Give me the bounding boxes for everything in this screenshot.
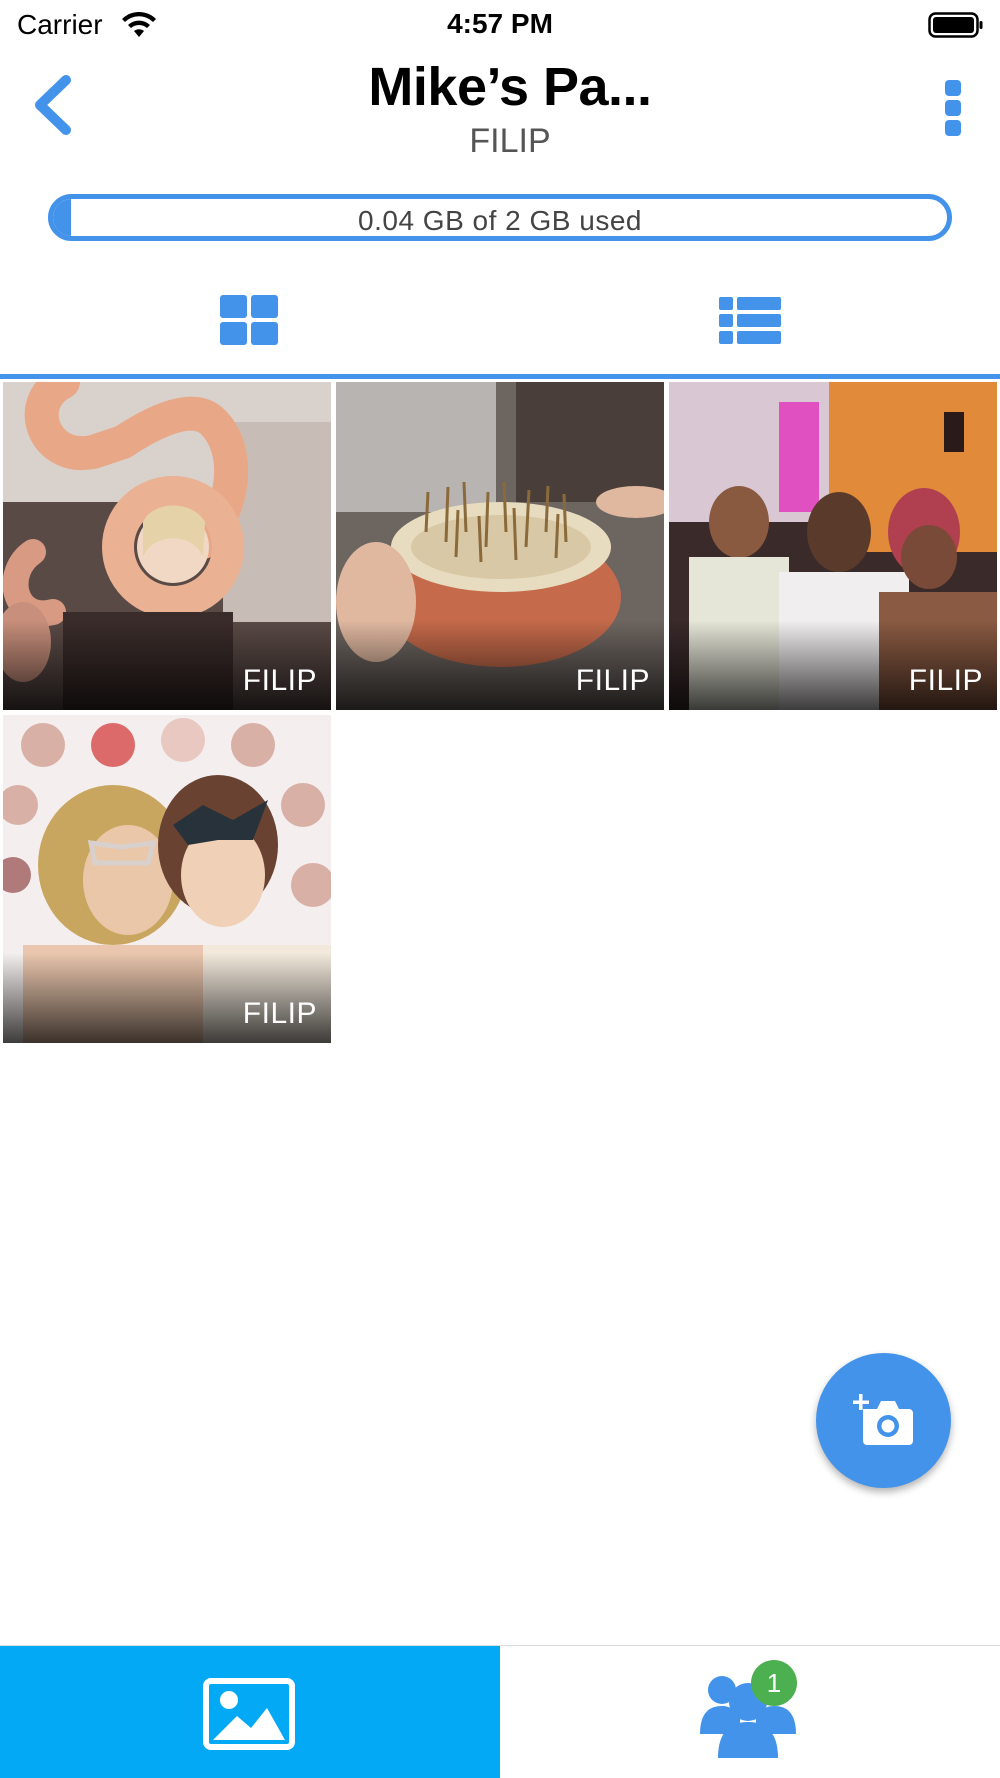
- more-options-button[interactable]: [938, 76, 968, 136]
- photo-owner-label: FILIP: [242, 664, 317, 697]
- chevron-left-icon: [35, 75, 71, 135]
- status-bar: Carrier 4:57 PM: [0, 0, 1000, 50]
- grid-view-icon: [220, 295, 278, 345]
- image-icon: [203, 1678, 295, 1750]
- view-toggle: [0, 270, 1000, 380]
- photo-tile[interactable]: FILIP: [3, 382, 331, 710]
- view-toggle-underline: [0, 374, 1000, 379]
- add-photo-camera-icon: [853, 1394, 913, 1445]
- storage-usage-bar: 0.04 GB of 2 GB used: [48, 194, 952, 241]
- tab-people[interactable]: 1: [500, 1646, 1000, 1778]
- page-subtitle: FILIP: [469, 122, 551, 160]
- bottom-tab-bar: 1: [0, 1645, 1000, 1778]
- list-view-button[interactable]: [500, 270, 1000, 370]
- tab-photos[interactable]: [0, 1646, 500, 1778]
- page-title: Mike’s Pa...: [368, 57, 652, 117]
- photo-tile[interactable]: FILIP: [3, 715, 331, 1043]
- photo-owner-label: FILIP: [242, 997, 317, 1030]
- storage-usage-label: 0.04 GB of 2 GB used: [358, 205, 642, 236]
- status-time: 4:57 PM: [447, 8, 553, 39]
- photo-tile[interactable]: FILIP: [669, 382, 997, 710]
- add-photo-button[interactable]: [816, 1353, 951, 1488]
- people-count-badge: 1: [751, 1660, 797, 1706]
- photo-owner-label: FILIP: [908, 664, 983, 697]
- list-view-icon: [719, 297, 781, 344]
- photo-owner-label: FILIP: [575, 664, 650, 697]
- grid-view-button[interactable]: [0, 270, 500, 370]
- back-button[interactable]: [28, 70, 88, 140]
- photo-tile[interactable]: FILIP: [336, 382, 664, 710]
- battery-icon: [928, 12, 983, 38]
